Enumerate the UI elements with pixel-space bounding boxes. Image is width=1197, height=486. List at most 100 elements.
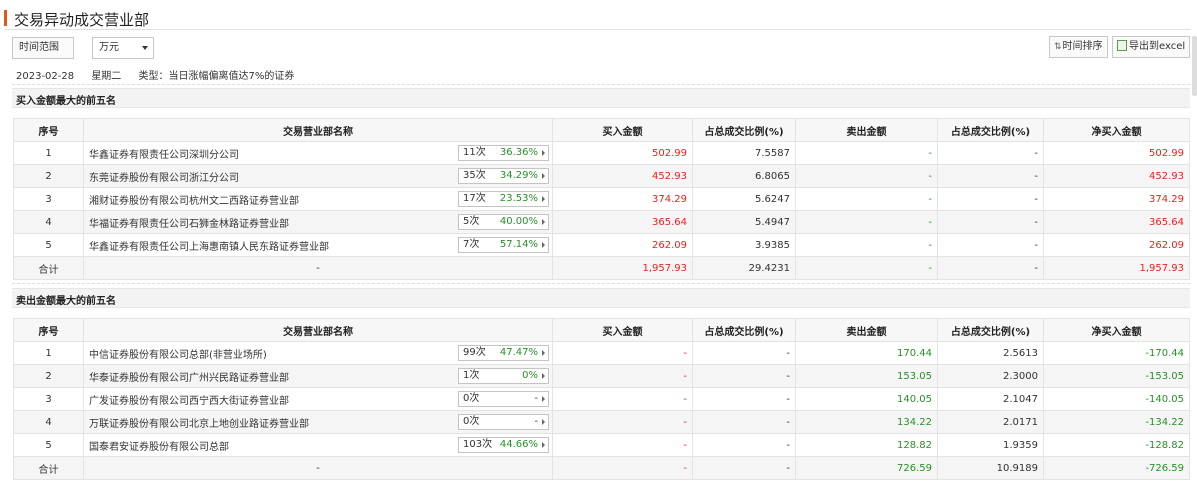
chevron-right-icon (542, 219, 545, 225)
divider (12, 283, 1190, 284)
table-row[interactable]: 4 万联证券股份有限公司北京上地创业路证券营业部 0次 - - -134.22 2.0171… (13, 410, 1190, 434)
broker-name: 华鑫证券有限责任公司深圳分公司 (89, 149, 239, 161)
table-row[interactable]: 1 中信证券股份有限公司总部(非营业场所) 99次 47.47% - -170.44 2.5… (13, 341, 1190, 365)
chevron-right-icon (542, 150, 545, 156)
row-sell-pct: 2.1047 (937, 387, 1044, 411)
row-broker: 华鑫证券有限责任公司深圳分公司 11次 36.36% (83, 141, 553, 165)
trade-count-badge[interactable]: 7次 57.14% (458, 237, 549, 253)
table-row[interactable]: 3 广发证券股份有限公司西宁西大街证券营业部 0次 - - -140.05 2.1047 -1… (13, 387, 1190, 411)
total-buy-pct: - (692, 456, 796, 480)
win-rate: 36.36% (499, 147, 538, 158)
time-sort-button[interactable]: ⇅时间排序 (1049, 36, 1108, 58)
row-net-amount: 502.99 (1043, 141, 1190, 165)
row-seq: 1 (13, 141, 84, 165)
page-title: 交易异动成交营业部 (14, 11, 150, 29)
table-row[interactable]: 3 湘财证券股份有限公司杭州文二西路证券营业部 17次 23.53% 374.29 5.6… (13, 187, 1190, 211)
export-excel-label: 导出到excel (1129, 41, 1186, 52)
excel-icon (1117, 39, 1127, 51)
row-sell-pct: - (937, 141, 1044, 165)
trade-count-badge[interactable]: 11次 36.36% (458, 145, 549, 161)
total-row: 合计 - - -726.59 10.9189 -726.59 (13, 456, 1190, 480)
row-sell-amount: 134.22 (795, 410, 938, 434)
row-broker: 中信证券股份有限公司总部(非营业场所) 99次 47.47% (83, 341, 553, 365)
row-seq: 3 (13, 187, 84, 211)
row-buy-amount: 374.29 (552, 187, 693, 211)
sell-section-title: 卖出金额最大的前五名 (16, 296, 116, 307)
win-rate: 0% (522, 370, 538, 381)
buy-section-title: 买入金额最大的前五名 (16, 96, 116, 107)
row-net-amount: 365.64 (1043, 210, 1190, 234)
trade-count-badge[interactable]: 103次 44.66% (458, 437, 549, 453)
trade-count-badge[interactable]: 1次 0% (458, 368, 549, 384)
win-rate: - (534, 416, 538, 427)
trade-count-badge[interactable]: 0次 - (458, 414, 549, 430)
row-buy-pct: 6.8065 (692, 164, 796, 188)
row-sell-pct: 1.9359 (937, 433, 1044, 457)
table-row[interactable]: 5 华鑫证券有限责任公司上海惠南镇人民东路证券营业部 7次 57.14% 262.09 3… (13, 233, 1190, 257)
trade-count-badge[interactable]: 99次 47.47% (458, 345, 549, 361)
broker-name: 万联证券股份有限公司北京上地创业路证券营业部 (89, 418, 309, 430)
row-broker: 湘财证券股份有限公司杭州文二西路证券营业部 17次 23.53% (83, 187, 553, 211)
col-sell: 卖出金额 (795, 318, 938, 342)
unit-select-value: 万元 (99, 42, 119, 53)
row-broker: 华福证券有限责任公司石狮金林路证券营业部 5次 40.00% (83, 210, 553, 234)
row-sell-pct: - (937, 164, 1044, 188)
row-net-amount: 262.09 (1043, 233, 1190, 257)
row-seq: 5 (13, 433, 84, 457)
table-row[interactable]: 1 华鑫证券有限责任公司深圳分公司 11次 36.36% 502.99 7.5587- -5… (13, 141, 1190, 165)
unit-select[interactable]: 万元 (92, 37, 154, 59)
row-sell-amount: 170.44 (795, 341, 938, 365)
row-buy-amount: - (552, 433, 693, 457)
row-buy-pct: - (692, 341, 796, 365)
trade-count-badge[interactable]: 35次 34.29% (458, 168, 549, 184)
row-buy-amount: 502.99 (552, 141, 693, 165)
broker-name: 华鑫证券有限责任公司上海惠南镇人民东路证券营业部 (89, 241, 329, 253)
total-name: - (83, 256, 553, 280)
row-seq: 4 (13, 210, 84, 234)
trade-count-badge[interactable]: 5次 40.00% (458, 214, 549, 230)
row-sell-pct: 2.5613 (937, 341, 1044, 365)
table-header-row: 序号 交易营业部名称 买入金额 占总成交比例(%) 卖出金额 占总成交比例(%)… (13, 318, 1190, 342)
broker-name: 东莞证券股份有限公司浙江分公司 (89, 172, 239, 184)
row-sell-pct: - (937, 210, 1044, 234)
chevron-right-icon (542, 373, 545, 379)
row-seq: 2 (13, 364, 84, 388)
broker-name: 华泰证券股份有限公司广州兴民路证券营业部 (89, 372, 289, 384)
row-buy-pct: 3.9385 (692, 233, 796, 257)
col-seq: 序号 (13, 118, 84, 142)
table-row[interactable]: 4 华福证券有限责任公司石狮金林路证券营业部 5次 40.00% 365.64 5.494… (13, 210, 1190, 234)
export-excel-button[interactable]: 导出到excel (1112, 36, 1190, 58)
col-buy: 买入金额 (552, 118, 693, 142)
table-row[interactable]: 5 国泰君安证券股份有限公司总部 103次 44.66% - -128.82 1.9359-… (13, 433, 1190, 457)
row-buy-pct: 5.6247 (692, 187, 796, 211)
row-net-amount: -153.05 (1043, 364, 1190, 388)
row-net-amount: -140.05 (1043, 387, 1190, 411)
total-name: - (83, 456, 553, 480)
row-buy-pct: - (692, 433, 796, 457)
row-seq: 5 (13, 233, 84, 257)
row-buy-amount: 365.64 (552, 210, 693, 234)
col-buy-pct: 占总成交比例(%) (692, 318, 796, 342)
time-range-button[interactable]: 时间范围 (12, 37, 74, 59)
trade-count: 0次 (463, 393, 480, 404)
col-sell-pct: 占总成交比例(%) (937, 318, 1044, 342)
total-buy-amount: 1,957.93 (552, 256, 693, 280)
trade-count-badge[interactable]: 17次 23.53% (458, 191, 549, 207)
win-rate: 40.00% (499, 216, 538, 227)
chevron-right-icon (542, 419, 545, 425)
scrollbar[interactable] (1192, 36, 1197, 96)
total-sell-amount: 726.59 (795, 456, 938, 480)
trade-count-badge[interactable]: 0次 - (458, 391, 549, 407)
total-label: 合计 (13, 456, 84, 480)
row-broker: 国泰君安证券股份有限公司总部 103次 44.66% (83, 433, 553, 457)
info-line: 2023-02-28 星期二 类型：当日涨幅偏离值达7%的证券 (16, 67, 308, 82)
table-row[interactable]: 2 华泰证券股份有限公司广州兴民路证券营业部 1次 0% - -153.05 2.3000-… (13, 364, 1190, 388)
toolbar: 时间范围 万元 ⇅时间排序 导出到excel (12, 36, 1190, 60)
col-buy: 买入金额 (552, 318, 693, 342)
table-row[interactable]: 2 东莞证券股份有限公司浙江分公司 35次 34.29% 452.93 6.8065- -4… (13, 164, 1190, 188)
row-net-amount: -128.82 (1043, 433, 1190, 457)
row-buy-amount: - (552, 364, 693, 388)
broker-name: 湘财证券股份有限公司杭州文二西路证券营业部 (89, 195, 299, 207)
table-header-row: 序号 交易营业部名称 买入金额 占总成交比例(%) 卖出金额 占总成交比例(%)… (13, 118, 1190, 142)
row-sell-amount: - (795, 187, 938, 211)
